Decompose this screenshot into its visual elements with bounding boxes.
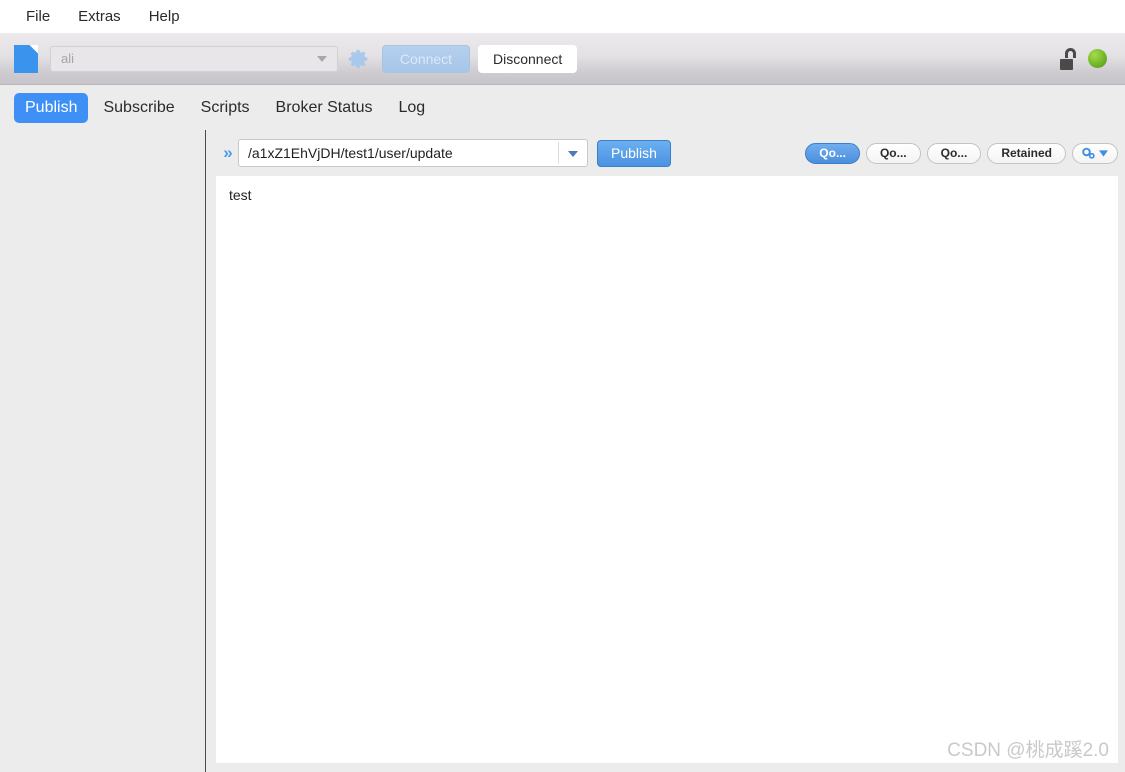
connection-status-indicator [1088, 49, 1107, 68]
chevron-down-icon [1099, 150, 1108, 157]
publish-topic-row: » /a1xZ1EhVjDH/test1/user/update Publish… [206, 130, 1125, 176]
tab-log[interactable]: Log [387, 93, 436, 123]
advanced-options-button[interactable] [1072, 143, 1118, 164]
topic-input[interactable]: /a1xZ1EhVjDH/test1/user/update [238, 139, 588, 167]
unlocked-padlock-icon [1060, 48, 1080, 70]
publish-history-panel [0, 130, 206, 772]
connection-profile-value: ali [51, 51, 74, 66]
padlock-shackle [1065, 48, 1076, 58]
topic-input-value: /a1xZ1EhVjDH/test1/user/update [239, 145, 453, 161]
document-icon[interactable] [14, 45, 38, 73]
menu-bar: File Extras Help [0, 0, 1125, 33]
chevron-down-icon [317, 56, 327, 62]
gears-dropdown-icon [1082, 147, 1097, 160]
menu-extras[interactable]: Extras [66, 6, 133, 28]
qos-0-button[interactable]: Qo... [805, 143, 860, 164]
tab-publish[interactable]: Publish [14, 93, 88, 123]
tab-scripts[interactable]: Scripts [190, 93, 261, 123]
padlock-body [1060, 59, 1073, 70]
topic-input-divider [558, 142, 559, 164]
menu-file[interactable]: File [14, 6, 62, 28]
main-content: » /a1xZ1EhVjDH/test1/user/update Publish… [0, 130, 1125, 772]
publish-button[interactable]: Publish [597, 140, 671, 167]
tab-broker-status[interactable]: Broker Status [265, 93, 384, 123]
gear-icon [348, 48, 370, 70]
tab-subscribe[interactable]: Subscribe [92, 93, 185, 123]
disconnect-button[interactable]: Disconnect [478, 45, 577, 73]
main-toolbar: ali Connect Disconnect [0, 33, 1125, 85]
connection-profile-select[interactable]: ali [50, 46, 338, 72]
qos-1-button[interactable]: Qo... [866, 143, 921, 164]
publish-editor-panel: » /a1xZ1EhVjDH/test1/user/update Publish… [206, 130, 1125, 772]
chevron-down-icon[interactable] [568, 151, 578, 157]
retained-button[interactable]: Retained [987, 143, 1066, 164]
connect-button[interactable]: Connect [382, 45, 470, 73]
double-chevron-right-icon[interactable]: » [216, 143, 238, 163]
menu-help[interactable]: Help [137, 6, 192, 28]
toolbar-status-group [1060, 48, 1115, 70]
qos-2-button[interactable]: Qo... [927, 143, 982, 164]
publish-message-body[interactable]: test [216, 176, 1118, 763]
tab-bar: Publish Subscribe Scripts Broker Status … [0, 85, 1125, 130]
publish-options-group: Qo... Qo... Qo... Retained [805, 143, 1118, 164]
connection-settings-button[interactable] [346, 46, 372, 72]
